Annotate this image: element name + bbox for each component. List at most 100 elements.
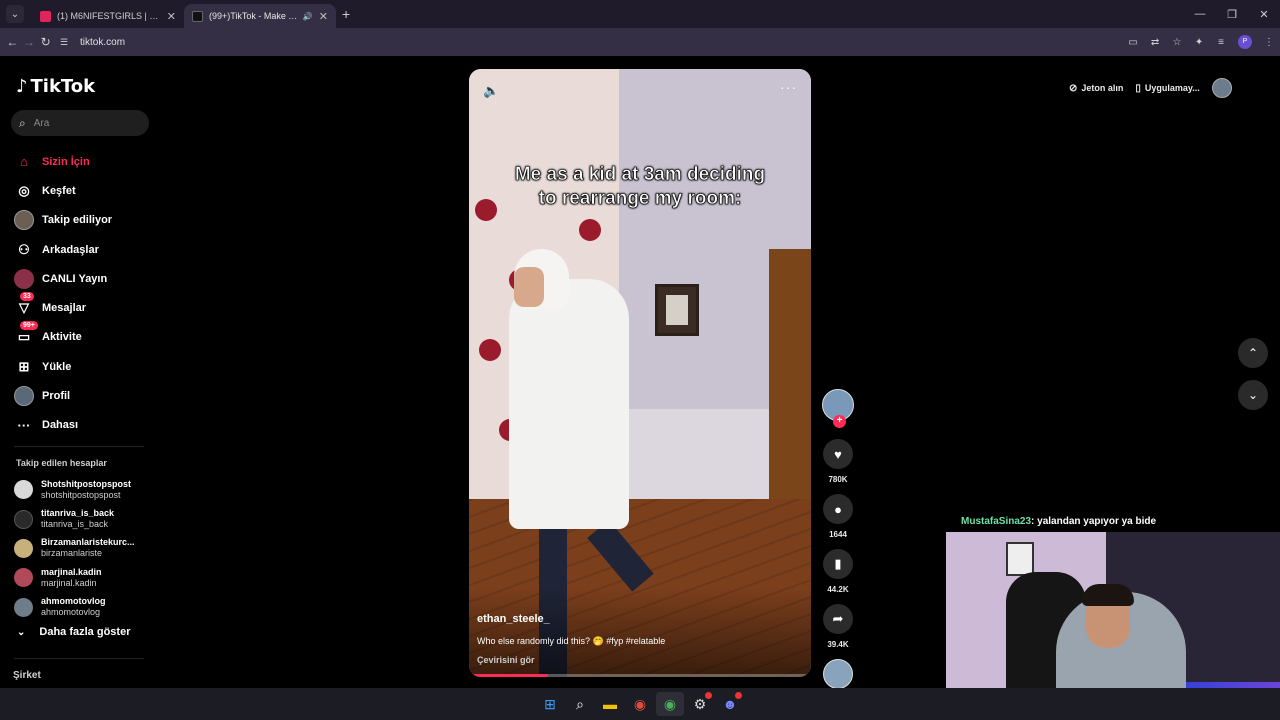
start-button[interactable]: ⊞	[536, 692, 564, 716]
volume-icon[interactable]: 🔈	[483, 83, 499, 99]
sidebar-item-more[interactable]: ··· Dahası	[14, 411, 154, 440]
account-handle: marjinal.kadin	[41, 577, 97, 588]
chrome-icon[interactable]: ◉	[626, 692, 654, 716]
bookmark-icon: ▮	[834, 556, 842, 571]
account-avatar	[14, 538, 33, 558]
stream-chat-message: MustafaSina23: yalandan yapıyor ya bide	[961, 516, 1156, 527]
back-button[interactable]: ←	[4, 35, 21, 49]
show-more-button[interactable]: ⌄ Daha fazla göster	[17, 626, 130, 638]
tab-search-button[interactable]: ⌄	[6, 5, 24, 23]
translate-icon[interactable]: ⇄	[1144, 37, 1166, 48]
site-info-icon[interactable]: ☰	[60, 37, 74, 48]
next-video-button[interactable]: ⌄	[1238, 380, 1268, 410]
action-column: + ♥ 780K ● 1644 ▮ 44.2K ➦ 39.4K	[821, 389, 855, 689]
speaker-icon[interactable]: 🔊	[303, 12, 313, 21]
discord-icon[interactable]: ☻	[716, 692, 744, 716]
get-coins-button[interactable]: ⊘ Jeton alın	[1069, 83, 1123, 94]
previous-video-button[interactable]: ⌃	[1238, 338, 1268, 368]
url-field[interactable]: ☰ tiktok.com	[60, 31, 1070, 53]
media-controls-icon[interactable]: ≡	[1210, 37, 1232, 48]
restore-button[interactable]: ❐	[1216, 8, 1248, 21]
account-handle: ahmomotovlog	[41, 607, 101, 618]
browser-tab[interactable]: (1) M6NIFESTGIRLS | 1. Bölüm - ✕	[32, 4, 184, 28]
menu-icon[interactable]: ⋮	[1258, 37, 1280, 48]
sidebar-item-label: Mesajlar	[42, 302, 87, 315]
video-progress-bar[interactable]	[469, 674, 811, 677]
sidebar-item-live[interactable]: CANLI Yayın	[14, 264, 154, 293]
search-input[interactable]: ⌕ Ara	[11, 110, 149, 136]
phone-icon: ▯	[1135, 82, 1141, 94]
get-app-label: Uygulamay...	[1144, 83, 1200, 93]
video-username[interactable]: ethan_steele_	[477, 613, 550, 625]
tiktok-favicon-icon	[192, 10, 203, 22]
more-options-icon[interactable]: ···	[780, 79, 797, 95]
sidebar-item-label: Takip ediliyor	[42, 214, 113, 227]
sidebar-item-messages[interactable]: ▽ 33 Mesajlar	[14, 292, 154, 322]
sidebar-item-label: Aktivite	[42, 331, 82, 344]
music-disc-avatar[interactable]	[823, 659, 853, 689]
close-tab-icon[interactable]: ✕	[167, 10, 176, 23]
comment-icon: ●	[834, 501, 842, 517]
live-icon	[14, 268, 34, 289]
sidebar-item-label: CANLI Yayın	[42, 272, 108, 285]
new-tab-button[interactable]: +	[342, 6, 350, 22]
followed-account[interactable]: titanriva_is_back titanriva_is_back	[14, 504, 154, 533]
webcam-scene	[1082, 584, 1134, 606]
messages-badge: 33	[20, 292, 34, 302]
forward-button[interactable]: →	[21, 35, 38, 49]
share-button[interactable]: ➦	[823, 604, 853, 634]
close-window-button[interactable]: ✕	[1248, 8, 1280, 21]
followed-accounts-list: Shotshitpostopspost shotshitpostopspost t…	[14, 475, 154, 622]
logo-text: TikTok	[30, 76, 96, 97]
extensions-icon[interactable]: ✦	[1188, 37, 1210, 48]
close-tab-icon[interactable]: ✕	[319, 10, 328, 23]
save-button[interactable]: ▮	[823, 549, 853, 579]
screen: ⌄ (1) M6NIFESTGIRLS | 1. Bölüm - ✕ (99+)…	[0, 0, 1280, 720]
sidebar-item-following[interactable]: Takip ediliyor	[14, 206, 154, 235]
video-scene	[479, 339, 501, 361]
minimize-button[interactable]: —	[1184, 8, 1216, 20]
more-icon: ···	[17, 417, 31, 433]
sidebar-item-profile[interactable]: Profil	[14, 381, 154, 410]
creator-avatar[interactable]: +	[822, 389, 854, 428]
sidebar-item-label: Profil	[42, 390, 71, 403]
upload-icon: ⊞	[18, 358, 30, 374]
heart-icon: ♥	[834, 446, 842, 462]
search-icon: ⌕	[19, 115, 26, 130]
sidebar-item-upload[interactable]: ⊞ Yükle	[14, 352, 154, 381]
tiktok-logo[interactable]: ♪ TikTok	[16, 76, 95, 97]
followed-account[interactable]: Birzamanlaristekurc... birzamanlariste	[14, 534, 154, 563]
user-avatar[interactable]	[1211, 78, 1232, 98]
cast-icon[interactable]: ▭	[1122, 37, 1144, 48]
profile-avatar[interactable]: P	[1238, 35, 1253, 49]
see-translation-link[interactable]: Çevirisini gör	[477, 655, 535, 665]
followed-account[interactable]: Shotshitpostopspost shotshitpostopspost	[14, 475, 154, 504]
sidebar-item-explore[interactable]: ◎ Keşfet	[14, 176, 154, 205]
followed-account[interactable]: ahmomotovlog ahmomotovlog	[14, 593, 154, 622]
comment-button[interactable]: ●	[823, 494, 853, 524]
url-text: tiktok.com	[80, 36, 126, 48]
bookmark-star-icon[interactable]: ☆	[1166, 37, 1188, 48]
youtube-favicon-icon	[40, 10, 51, 22]
webcam-scene	[1006, 542, 1034, 576]
search-placeholder: Ara	[33, 117, 50, 129]
sidebar-item-for-you[interactable]: ⌂ Sizin İçin	[14, 147, 154, 176]
browser-tab-active[interactable]: (99+)TikTok - Make Your Da 🔊 ✕	[184, 4, 336, 28]
like-button[interactable]: ♥	[823, 439, 853, 469]
followed-account[interactable]: marjinal.kadin marjinal.kadin	[14, 563, 154, 592]
sidebar-item-friends[interactable]: ⚇ Arkadaşlar	[14, 235, 154, 264]
video-progress-fill	[469, 674, 548, 677]
activity-icon: ▭ 99+	[14, 321, 38, 347]
account-handle: birzamanlariste	[41, 548, 103, 559]
company-link[interactable]: Şirket	[13, 670, 41, 681]
app-icon[interactable]: ⚙	[686, 692, 714, 716]
file-explorer-icon[interactable]: ▬	[596, 692, 624, 716]
address-bar: ← → ↻ ☰ tiktok.com ▭ ⇄ ☆ ✦ ≡ P ⋮	[0, 28, 1280, 56]
sidebar-item-activity[interactable]: ▭ 99+ Aktivite	[14, 321, 154, 352]
chrome-profile-icon[interactable]: ◉	[656, 692, 684, 716]
reload-button[interactable]: ↻	[37, 35, 54, 49]
video-player[interactable]: Me as a kid at 3am deciding to rearrange…	[469, 69, 811, 677]
get-app-button[interactable]: ▯ Uygulamay...	[1135, 83, 1199, 94]
search-icon[interactable]: ⌕	[566, 692, 594, 716]
follow-plus-icon[interactable]: +	[833, 415, 846, 428]
